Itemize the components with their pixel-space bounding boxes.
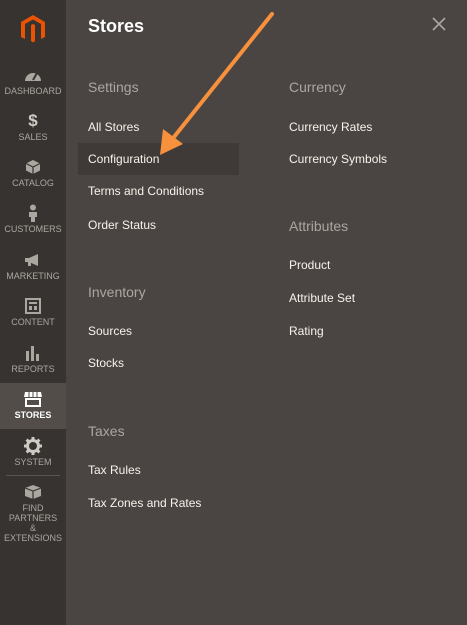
megaphone-icon xyxy=(24,251,42,269)
bar-chart-icon xyxy=(25,344,41,362)
menu-link-sources[interactable]: Sources xyxy=(88,324,132,338)
magento-logo-icon xyxy=(21,14,45,42)
sidebar-item-label: CONTENT xyxy=(11,317,55,327)
magento-logo[interactable] xyxy=(0,0,66,57)
sidebar-item-label: & EXTENSIONS xyxy=(3,523,62,543)
sidebar-item-label: SALES xyxy=(18,132,48,142)
menu-link-currency-rates[interactable]: Currency Rates xyxy=(289,120,372,134)
menu-link-attribute-set[interactable]: Attribute Set xyxy=(289,291,355,305)
sidebar-item-find-partners[interactable]: FIND PARTNERS & EXTENSIONS xyxy=(0,483,66,543)
sidebar-divider xyxy=(6,475,60,476)
gear-icon xyxy=(24,437,42,455)
sidebar-item-label: CATALOG xyxy=(12,178,54,188)
menu-link-tax-zones-and-rates[interactable]: Tax Zones and Rates xyxy=(88,496,201,510)
menu-link-all-stores[interactable]: All Stores xyxy=(88,120,139,134)
person-icon xyxy=(27,204,39,222)
menu-link-stocks[interactable]: Stocks xyxy=(88,356,124,370)
menu-link-currency-symbols[interactable]: Currency Symbols xyxy=(289,152,387,166)
cube-icon xyxy=(25,158,41,176)
dashboard-icon xyxy=(24,66,42,84)
section-heading-settings: Settings xyxy=(88,79,139,95)
sidebar-item-label: DASHBOARD xyxy=(4,86,62,96)
menu-link-rating[interactable]: Rating xyxy=(289,324,324,338)
layout-icon xyxy=(25,297,41,315)
sidebar-item-sales[interactable]: $ SALES xyxy=(0,112,66,142)
sidebar-item-label: FIND PARTNERS xyxy=(8,503,58,523)
close-icon xyxy=(432,17,446,31)
menu-link-terms-and-conditions[interactable]: Terms and Conditions xyxy=(88,184,204,198)
sidebar-item-reports[interactable]: REPORTS xyxy=(0,344,66,374)
admin-sidebar: DASHBOARD $ SALES CATALOG CUSTOMERS MARK… xyxy=(0,0,66,625)
sidebar-item-label: STORES xyxy=(14,410,52,420)
section-heading-inventory: Inventory xyxy=(88,284,146,300)
box-icon xyxy=(24,483,42,501)
section-heading-taxes: Taxes xyxy=(88,423,125,439)
sidebar-item-marketing[interactable]: MARKETING xyxy=(0,251,66,281)
sidebar-item-label: CUSTOMERS xyxy=(4,224,62,234)
section-heading-attributes: Attributes xyxy=(289,218,349,234)
sidebar-item-label: MARKETING xyxy=(6,271,60,281)
stores-menu-panel: Stores Settings All Stores Configuration… xyxy=(66,0,467,625)
sidebar-item-label: SYSTEM xyxy=(14,457,52,467)
menu-link-product[interactable]: Product xyxy=(289,258,330,272)
sidebar-item-system[interactable]: SYSTEM xyxy=(0,437,66,467)
menu-link-tax-rules[interactable]: Tax Rules xyxy=(88,463,141,477)
sidebar-item-stores[interactable]: STORES xyxy=(0,383,66,429)
sidebar-item-content[interactable]: CONTENT xyxy=(0,297,66,327)
store-icon xyxy=(23,390,43,408)
sidebar-item-label: REPORTS xyxy=(11,364,55,374)
panel-title: Stores xyxy=(88,16,145,36)
sidebar-item-customers[interactable]: CUSTOMERS xyxy=(0,204,66,234)
sidebar-item-dashboard[interactable]: DASHBOARD xyxy=(0,66,66,96)
section-heading-currency: Currency xyxy=(289,79,346,95)
menu-link-configuration[interactable]: Configuration xyxy=(78,143,240,175)
menu-link-order-status[interactable]: Order Status xyxy=(88,218,156,232)
dollar-icon: $ xyxy=(28,111,38,130)
sidebar-item-catalog[interactable]: CATALOG xyxy=(0,158,66,188)
close-button[interactable] xyxy=(429,14,449,34)
